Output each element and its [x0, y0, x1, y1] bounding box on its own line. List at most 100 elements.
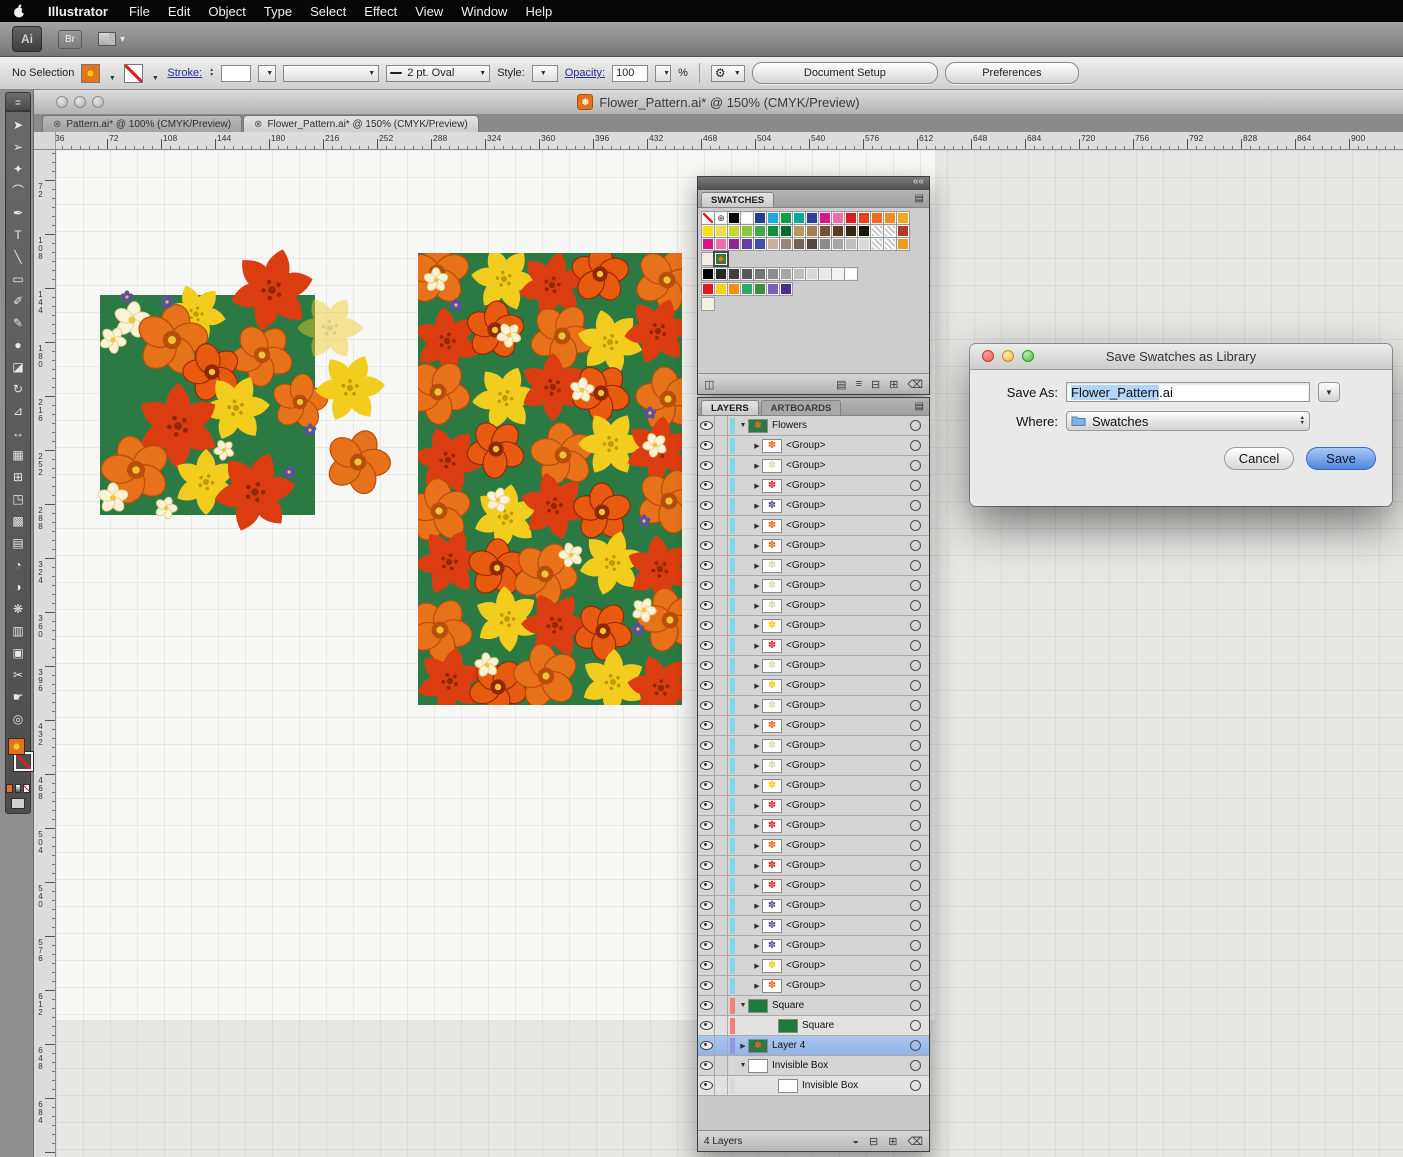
lock-toggle[interactable]	[715, 576, 728, 596]
lock-toggle[interactable]	[715, 716, 728, 736]
menu-help[interactable]: Help	[516, 4, 561, 19]
rotate-tool[interactable]: ↻	[6, 378, 30, 400]
flower-pattern-swatch[interactable]	[715, 253, 727, 265]
lock-toggle[interactable]	[715, 536, 728, 556]
menu-window[interactable]: Window	[452, 4, 516, 19]
target-circle[interactable]	[910, 1000, 921, 1011]
workspace-switcher[interactable]: ▾	[98, 32, 125, 46]
swatch[interactable]	[741, 283, 753, 295]
swatch[interactable]	[832, 268, 844, 280]
menu-effect[interactable]: Effect	[355, 4, 406, 19]
visibility-toggle[interactable]	[698, 856, 715, 876]
lock-toggle[interactable]	[715, 696, 728, 716]
lock-toggle[interactable]	[715, 636, 728, 656]
disclosure-triangle[interactable]: ▶	[752, 622, 762, 630]
group-row-group[interactable]: ▶✽<Group>	[698, 716, 929, 736]
disclosure-triangle[interactable]: ▶	[752, 762, 762, 770]
visibility-toggle[interactable]	[698, 896, 715, 916]
swatch[interactable]	[702, 298, 714, 310]
visibility-toggle[interactable]	[698, 836, 715, 856]
group-row-group[interactable]: ▶✽<Group>	[698, 536, 929, 556]
stroke-weight-stepper[interactable]: ▲▼	[209, 68, 214, 78]
slice-tool[interactable]: ✂	[6, 664, 30, 686]
swatch[interactable]	[793, 238, 805, 250]
swatches-panel-menu-icon[interactable]: ▤	[915, 193, 924, 204]
hand-tool[interactable]: ☛	[6, 686, 30, 708]
target-circle[interactable]	[910, 600, 921, 611]
target-circle[interactable]	[910, 560, 921, 571]
filename-field[interactable]: Flower_Pattern.ai	[1066, 382, 1310, 402]
lock-toggle[interactable]	[715, 1056, 728, 1076]
selection-tool[interactable]: ➤	[6, 114, 30, 136]
group-row-group[interactable]: ▶✽<Group>	[698, 676, 929, 696]
cancel-button[interactable]: Cancel	[1224, 447, 1294, 470]
visibility-toggle[interactable]	[698, 1056, 715, 1076]
swatch[interactable]	[793, 212, 805, 224]
visibility-toggle[interactable]	[698, 656, 715, 676]
group-row-group[interactable]: ▶✽<Group>	[698, 556, 929, 576]
registration-swatch[interactable]: ⊕	[715, 212, 727, 224]
stroke-panel-link[interactable]: Stroke:	[167, 67, 202, 79]
free-transform-tool[interactable]: ▦	[6, 444, 30, 466]
swatch[interactable]	[754, 212, 766, 224]
group-row-group[interactable]: ▶✽<Group>	[698, 836, 929, 856]
visibility-toggle[interactable]	[698, 576, 715, 596]
lock-toggle[interactable]	[715, 776, 728, 796]
swatch[interactable]	[793, 225, 805, 237]
swatch[interactable]	[884, 238, 896, 250]
swatch[interactable]	[702, 238, 714, 250]
swatch[interactable]	[793, 268, 805, 280]
pen-tool[interactable]: ✒	[6, 202, 30, 224]
delete-layer-icon[interactable]: ⌫	[907, 1135, 923, 1148]
expand-dialog-button[interactable]: ▼	[1318, 382, 1340, 402]
swatch[interactable]	[819, 268, 831, 280]
group-row-group[interactable]: ▶✽<Group>	[698, 936, 929, 956]
swatch[interactable]	[832, 225, 844, 237]
visibility-toggle[interactable]	[698, 436, 715, 456]
target-circle[interactable]	[910, 580, 921, 591]
swatch[interactable]	[741, 238, 753, 250]
target-circle[interactable]	[910, 800, 921, 811]
swatch[interactable]	[858, 225, 870, 237]
swatch[interactable]	[806, 212, 818, 224]
swatch[interactable]	[780, 283, 792, 295]
group-row-group[interactable]: ▶✽<Group>	[698, 636, 929, 656]
swatch[interactable]	[845, 268, 857, 280]
lock-toggle[interactable]	[715, 656, 728, 676]
visibility-toggle[interactable]	[698, 736, 715, 756]
document-setup-button[interactable]: Document Setup	[752, 62, 938, 84]
target-circle[interactable]	[910, 460, 921, 471]
swatch[interactable]	[884, 225, 896, 237]
tab-layers[interactable]: LAYERS	[701, 400, 759, 415]
target-circle[interactable]	[910, 860, 921, 871]
target-circle[interactable]	[910, 440, 921, 451]
swatch[interactable]	[858, 238, 870, 250]
lock-toggle[interactable]	[715, 936, 728, 956]
pencil-tool[interactable]: ✎	[6, 312, 30, 334]
group-row-group[interactable]: ▶✽<Group>	[698, 616, 929, 636]
target-circle[interactable]	[910, 1020, 921, 1031]
target-circle[interactable]	[910, 660, 921, 671]
stroke-dropdown-icon[interactable]: ▼	[150, 65, 160, 82]
swatch[interactable]	[767, 268, 779, 280]
width-tool[interactable]: ↔	[6, 422, 30, 444]
tools-panel-header[interactable]: ≣	[5, 92, 31, 111]
group-row-group[interactable]: ▶✽<Group>	[698, 496, 929, 516]
target-circle[interactable]	[910, 620, 921, 631]
swatch[interactable]	[832, 238, 844, 250]
screen-mode-button[interactable]	[11, 798, 25, 809]
group-row-group[interactable]: ▶✽<Group>	[698, 436, 929, 456]
visibility-toggle[interactable]	[698, 956, 715, 976]
swatch[interactable]	[832, 212, 844, 224]
target-circle[interactable]	[910, 740, 921, 751]
group-row-group[interactable]: ▶✽<Group>	[698, 596, 929, 616]
fill-dropdown-icon[interactable]: ▼	[107, 65, 117, 82]
disclosure-triangle[interactable]: ▶	[752, 442, 762, 450]
visibility-toggle[interactable]	[698, 616, 715, 636]
stroke-weight-field[interactable]	[221, 65, 251, 82]
group-row-group[interactable]: ▶✽<Group>	[698, 876, 929, 896]
swatch[interactable]	[819, 225, 831, 237]
disclosure-triangle[interactable]: ▶	[752, 842, 762, 850]
swatch[interactable]	[728, 238, 740, 250]
paintbrush-tool[interactable]: ✐	[6, 290, 30, 312]
